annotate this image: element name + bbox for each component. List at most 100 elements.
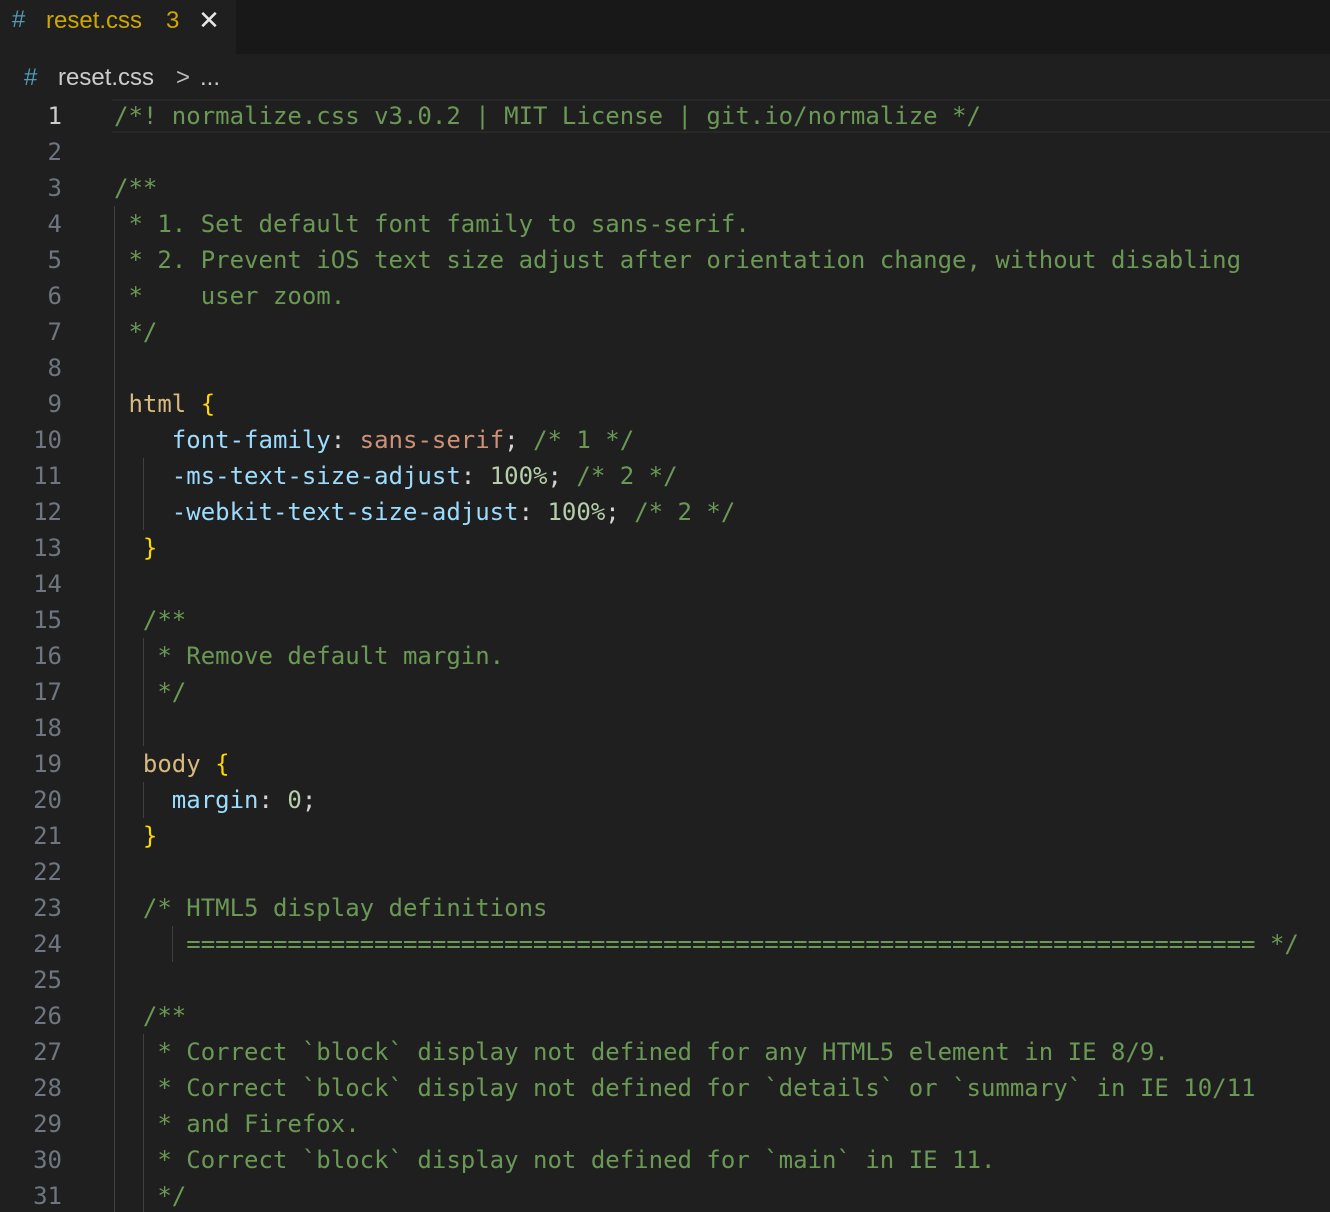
tab-reset-css[interactable]: # reset.css 3 ✕ [0, 0, 236, 54]
code-line[interactable]: 20 margin: 0; [0, 782, 1330, 818]
token-comment: /*! normalize.css v3.0.2 | MIT License |… [114, 102, 981, 130]
token-comment: * Correct `block` display not defined fo… [114, 1146, 996, 1174]
token-punc [186, 390, 200, 418]
token-num: 0 [287, 786, 302, 814]
css-hash-icon: # [12, 6, 26, 33]
code-line[interactable]: 25 [0, 962, 1330, 998]
code-text: * Correct `block` display not defined fo… [114, 1142, 1330, 1178]
token-comment: * Correct `block` display not defined fo… [114, 1038, 1169, 1066]
line-number: 1 [47, 102, 62, 130]
line-number: 30 [33, 1146, 62, 1174]
code-line[interactable]: 24 =====================================… [0, 926, 1330, 962]
code-text: * 2. Prevent iOS text size adjust after … [114, 242, 1330, 278]
code-line[interactable]: 4 * 1. Set default font family to sans-s… [0, 206, 1330, 242]
token-sel: html [114, 390, 187, 418]
code-text: /** [114, 998, 1330, 1034]
code-line[interactable]: 19 body { [0, 746, 1330, 782]
chevron-right-icon: > [176, 64, 191, 91]
code-line[interactable]: 30 * Correct `block` display not defined… [0, 1142, 1330, 1178]
code-line[interactable]: 5 * 2. Prevent iOS text size adjust afte… [0, 242, 1330, 278]
token-comment: */ [114, 678, 187, 706]
code-line[interactable]: 21 } [0, 818, 1330, 854]
breadcrumb: # reset.css > ... [0, 54, 1330, 98]
line-number: 3 [47, 174, 62, 202]
line-number: 20 [33, 786, 62, 814]
token-prop: font-family [114, 426, 331, 454]
line-number: 14 [33, 570, 62, 598]
line-number: 28 [33, 1074, 62, 1102]
close-icon[interactable]: ✕ [196, 6, 222, 34]
code-line[interactable]: 26 /** [0, 998, 1330, 1034]
line-number: 26 [33, 1002, 62, 1030]
code-line[interactable]: 13 } [0, 530, 1330, 566]
token-brace: { [215, 750, 230, 778]
token-comment: /* 2 */ [634, 498, 736, 526]
token-brace: } [114, 822, 158, 850]
token-comment: */ [114, 318, 158, 346]
token-comment: /* HTML5 display definitions [114, 894, 548, 922]
tab-filename[interactable]: reset.css [46, 7, 142, 35]
line-number: 21 [33, 822, 62, 850]
code-line[interactable]: 7 */ [0, 314, 1330, 350]
line-number: 6 [47, 282, 62, 310]
token-punc: ; [605, 498, 635, 526]
code-text: -ms-text-size-adjust: 100%; /* 2 */ [114, 458, 1330, 494]
line-number: 31 [33, 1182, 62, 1210]
code-line[interactable]: 29 * and Firefox. [0, 1106, 1330, 1142]
code-line[interactable]: 22 [0, 854, 1330, 890]
code-line[interactable]: 14 [0, 566, 1330, 602]
code-text: * user zoom. [114, 278, 1330, 314]
code-text: /** [114, 170, 1330, 206]
code-line[interactable]: 2 [0, 134, 1330, 170]
breadcrumb-file[interactable]: reset.css [58, 64, 154, 92]
code-line[interactable]: 17 */ [0, 674, 1330, 710]
problem-count-badge: 3 [166, 7, 180, 34]
code-text: ========================================… [114, 926, 1330, 962]
token-punc: ; [301, 786, 317, 814]
code-area[interactable]: 1 /*! normalize.css v3.0.2 | MIT License … [0, 98, 1330, 1212]
token-comment: /** [114, 606, 187, 634]
line-number: 17 [33, 678, 62, 706]
code-text: font-family: sans-serif; /* 1 */ [114, 422, 1330, 458]
code-line[interactable]: 10 font-family: sans-serif; /* 1 */ [0, 422, 1330, 458]
token-comment: * 1. Set default font family to sans-ser… [114, 210, 750, 238]
breadcrumb-symbols[interactable]: ... [200, 64, 220, 92]
line-number: 29 [33, 1110, 62, 1138]
code-line[interactable]: 11 -ms-text-size-adjust: 100%; /* 2 */ [0, 458, 1330, 494]
code-line[interactable]: 9 html { [0, 386, 1330, 422]
token-brace: { [200, 390, 216, 418]
code-line[interactable]: 18 [0, 710, 1330, 746]
line-number: 27 [33, 1038, 62, 1066]
code-text: /* HTML5 display definitions [114, 890, 1330, 926]
token-num: 100% [547, 498, 606, 526]
line-number: 2 [47, 138, 62, 166]
code-line[interactable]: 23 /* HTML5 display definitions [0, 890, 1330, 926]
code-line[interactable]: 28 * Correct `block` display not defined… [0, 1070, 1330, 1106]
token-punc: ; [547, 462, 577, 490]
token-comment: /** [114, 174, 158, 202]
token-sel: body [114, 750, 201, 778]
code-line[interactable]: 31 */ [0, 1178, 1330, 1212]
line-number: 18 [33, 714, 62, 742]
token-comment: /* 2 */ [576, 462, 678, 490]
token-comment: * and Firefox. [114, 1110, 360, 1138]
code-editor: # reset.css 3 ✕ # reset.css > ... 1 /*! n… [0, 0, 1330, 1212]
code-text: * Correct `block` display not defined fo… [114, 1070, 1330, 1106]
code-line[interactable]: 27 * Correct `block` display not defined… [0, 1034, 1330, 1070]
line-number: 8 [47, 354, 62, 382]
line-number: 9 [47, 390, 62, 418]
line-number: 13 [33, 534, 62, 562]
code-line[interactable]: 6 * user zoom. [0, 278, 1330, 314]
token-num: 100% [489, 462, 548, 490]
token-brace: } [114, 534, 158, 562]
code-line[interactable]: 15 /** [0, 602, 1330, 638]
code-text: * 1. Set default font family to sans-ser… [114, 206, 1330, 242]
code-line[interactable]: 1 /*! normalize.css v3.0.2 | MIT License … [0, 98, 1330, 134]
code-text: } [114, 530, 1330, 566]
line-number: 25 [33, 966, 62, 994]
code-line[interactable]: 8 [0, 350, 1330, 386]
code-line[interactable]: 3 /** [0, 170, 1330, 206]
code-line[interactable]: 16 * Remove default margin. [0, 638, 1330, 674]
code-text: /** [114, 602, 1330, 638]
code-line[interactable]: 12 -webkit-text-size-adjust: 100%; /* 2 … [0, 494, 1330, 530]
